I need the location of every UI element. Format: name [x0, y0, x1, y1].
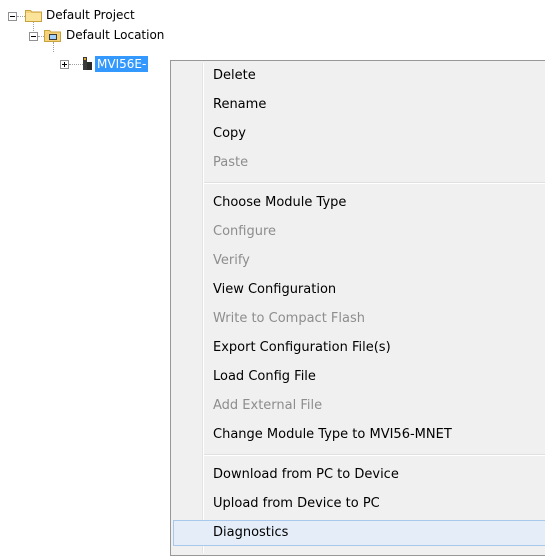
folder-icon — [25, 10, 42, 22]
menu-item-choose-module-type[interactable]: Choose Module Type — [173, 190, 545, 216]
menu-item-diagnostics[interactable]: Diagnostics — [173, 520, 545, 546]
menu-item-copy[interactable]: Copy — [173, 121, 545, 147]
folder-open-icon — [44, 30, 61, 42]
menu-item-download-to-device[interactable]: Download from PC to Device — [173, 462, 545, 488]
tree-item-default-project[interactable]: Default Project — [44, 7, 137, 23]
tree-item-default-location[interactable]: Default Location — [64, 27, 166, 43]
menu-item-upload-from-device[interactable]: Upload from Device to PC — [173, 491, 545, 517]
tree-connector — [53, 42, 54, 52]
menu-item-configure[interactable]: Configure — [173, 219, 545, 245]
menu-separator — [204, 454, 545, 456]
module-icon — [83, 57, 92, 70]
menu-item-write-to-compact-flash[interactable]: Write to Compact Flash — [173, 306, 545, 332]
menu-item-add-external-file[interactable]: Add External File — [173, 393, 545, 419]
tree-item-module[interactable]: MVI56E- — [95, 56, 149, 72]
tree-connector — [33, 22, 34, 31]
menu-item-delete[interactable]: Delete — [173, 63, 545, 89]
menu-item-rename[interactable]: Rename — [173, 92, 545, 118]
collapse-toggle-root[interactable] — [8, 12, 17, 21]
menu-item-export-configuration[interactable]: Export Configuration File(s) — [173, 335, 545, 361]
menu-item-change-module-type[interactable]: Change Module Type to MVI56-MNET — [173, 422, 545, 448]
expand-toggle-module[interactable] — [60, 60, 69, 69]
collapse-toggle-location[interactable] — [29, 32, 38, 41]
tree-connector — [17, 16, 25, 17]
menu-item-load-config-file[interactable]: Load Config File — [173, 364, 545, 390]
menu-separator — [204, 182, 545, 184]
tree-connector — [69, 64, 83, 65]
menu-item-paste[interactable]: Paste — [173, 150, 545, 176]
context-menu: Delete Rename Copy Paste Choose Module T… — [170, 60, 545, 556]
menu-item-view-configuration[interactable]: View Configuration — [173, 277, 545, 303]
menu-item-verify[interactable]: Verify — [173, 248, 545, 274]
